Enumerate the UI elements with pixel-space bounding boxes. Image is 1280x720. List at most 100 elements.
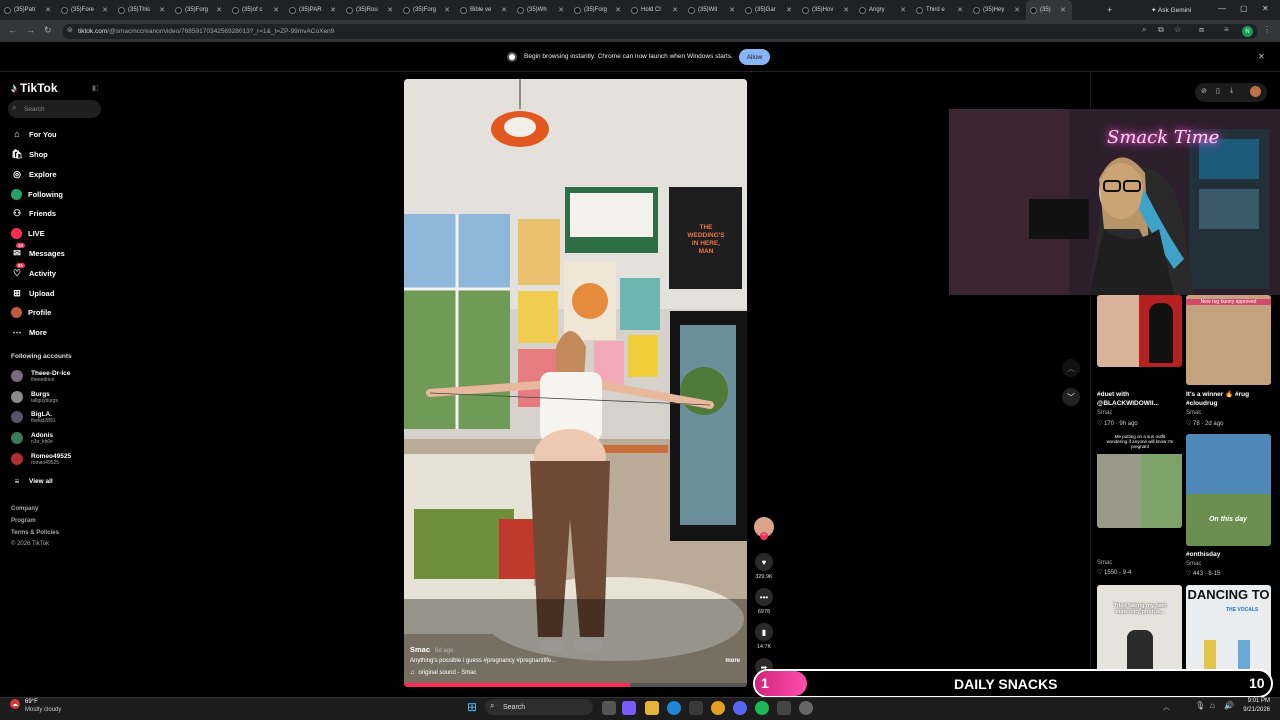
browser-tab[interactable]: Angry ✕ — [855, 0, 912, 20]
extensions-icon[interactable]: ⧈ — [1199, 25, 1204, 35]
browser-tab[interactable]: (35)Forg ✕ — [399, 0, 456, 20]
sidebar-item-upload[interactable]: ⊞ Upload — [11, 286, 54, 300]
following-account[interactable]: Romeo49525 romeo49525 — [11, 451, 71, 467]
tab-close-icon[interactable]: ✕ — [444, 6, 450, 14]
comment-button[interactable]: ••• 6978 — [753, 588, 775, 615]
browser-tab[interactable]: (35)of c ✕ — [228, 0, 285, 20]
video-player[interactable]: THE WEDDING'S IN HERE, MAN — [404, 79, 747, 687]
tab-close-icon[interactable]: ✕ — [273, 6, 279, 14]
network-icon[interactable]: ⌂ — [1210, 701, 1215, 710]
footer-company[interactable]: Company — [11, 506, 38, 512]
new-tab-button[interactable]: + — [1107, 5, 1112, 15]
browser-tab[interactable]: (35)Rou ✕ — [342, 0, 399, 20]
spotify-icon[interactable] — [755, 701, 769, 715]
previous-video-button[interactable]: ︿ — [1062, 359, 1080, 377]
tab-close-icon[interactable]: ✕ — [672, 6, 678, 14]
sound-name[interactable]: original sound - Smac — [419, 670, 477, 676]
browser-tab[interactable]: (35)Forg ✕ — [171, 0, 228, 20]
edge-icon[interactable] — [667, 701, 681, 715]
download-icon[interactable]: ⤓ — [1230, 87, 1233, 95]
browser-tab[interactable]: (35)PAR ✕ — [285, 0, 342, 20]
browser-tab[interactable]: Bible ve ✕ — [456, 0, 513, 20]
bookmark-star-icon[interactable]: ☆ — [1174, 25, 1181, 34]
browser-tab[interactable]: Third e ✕ — [912, 0, 969, 20]
browser-tab[interactable]: Hold Cl ✕ — [627, 0, 684, 20]
clock-date[interactable]: 9/21/2026 — [1236, 707, 1270, 713]
address-bar[interactable]: tiktok.com/@smacmccreanor/video/76859170… — [62, 24, 1258, 39]
tab-close-icon[interactable]: ✕ — [615, 6, 621, 14]
tray-overflow-icon[interactable]: ︿ — [1163, 702, 1170, 712]
browser-tab[interactable]: (35)This ✕ — [114, 0, 171, 20]
tab-close-icon[interactable]: ✕ — [900, 6, 906, 14]
start-icon[interactable]: ⊞ — [467, 700, 477, 714]
rec-thumb-3[interactable]: Me putting on a sun outfit wondering if … — [1097, 432, 1182, 528]
browser-tab[interactable]: (35) ✕ — [1026, 0, 1072, 20]
following-account[interactable]: BigLA. thekid2891 — [11, 409, 55, 425]
taskbar-search[interactable]: Search — [485, 699, 593, 715]
sidebar-item-for-you[interactable]: ⌂ For You — [11, 127, 56, 141]
tab-close-icon[interactable]: ✕ — [786, 6, 792, 14]
search-input[interactable]: Search — [8, 100, 101, 118]
browser-tab[interactable]: (35)Forg ✕ — [570, 0, 627, 20]
rec-thumb-2[interactable]: New rug bunny approved — [1186, 295, 1271, 385]
forward-icon[interactable]: → — [26, 25, 35, 35]
banner-close-icon[interactable]: ✕ — [1258, 52, 1265, 61]
weather-icon[interactable]: ☁ — [10, 699, 20, 709]
rec-title-1[interactable]: #duet with @BLACKWIDOWII... — [1097, 390, 1177, 408]
maximize-icon[interactable]: ▢ — [1240, 4, 1248, 13]
tab-close-icon[interactable]: ✕ — [45, 6, 51, 14]
steam-icon[interactable] — [799, 701, 813, 715]
following-account[interactable]: Burgs taliguyburgs — [11, 389, 58, 405]
user-avatar[interactable] — [1250, 86, 1261, 97]
sidebar-item-friends[interactable]: ⚇ Friends — [11, 206, 56, 220]
browser-tab[interactable]: (35)Wh ✕ — [513, 0, 570, 20]
browser-tab[interactable]: (35)Gar ✕ — [741, 0, 798, 20]
coin-icon[interactable]: ⊘ — [1201, 87, 1207, 95]
clock-time[interactable]: 9:01 PM — [1238, 698, 1270, 704]
sidebar-item-profile[interactable]: Profile — [11, 305, 51, 319]
browser-tab[interactable]: (35)Fore ✕ — [57, 0, 114, 20]
tiktok-logo[interactable]: ♪ TikTok — [11, 81, 58, 95]
install-icon[interactable]: ⧉ — [1158, 25, 1164, 35]
video-progress-fill[interactable] — [404, 683, 630, 687]
sidebar-item-following[interactable]: Following — [11, 187, 63, 201]
tab-close-icon[interactable]: ✕ — [957, 6, 963, 14]
file-explorer-icon[interactable] — [645, 701, 659, 715]
back-icon[interactable]: ← — [8, 25, 17, 35]
save-button[interactable]: ▮ 14.7K — [753, 623, 775, 650]
copilot-icon[interactable] — [622, 701, 636, 715]
zoom-icon[interactable]: ⌕ — [1142, 25, 1146, 35]
rec-author-1[interactable]: Smac — [1097, 410, 1112, 416]
tab-close-icon[interactable]: ✕ — [501, 6, 507, 14]
creator-avatar[interactable]: + — [753, 517, 775, 540]
collapse-sidebar-icon[interactable]: ◧ — [92, 84, 99, 92]
tab-close-icon[interactable]: ✕ — [387, 6, 393, 14]
view-all-link[interactable]: ≡ View all — [11, 474, 53, 488]
tab-close-icon[interactable]: ✕ — [1060, 6, 1066, 14]
rec-author-2[interactable]: Smac — [1186, 410, 1201, 416]
media-icon[interactable]: ≡ — [1224, 25, 1229, 34]
following-account[interactable]: Adonis n3o_kh0e — [11, 430, 53, 446]
reload-icon[interactable]: ↻ — [44, 25, 52, 36]
microphone-icon[interactable]: 🎙 — [1195, 701, 1205, 710]
chrome-taskbar-icon[interactable] — [711, 701, 725, 715]
device-icon[interactable]: ▯ — [1216, 87, 1220, 95]
next-video-button[interactable]: ﹀ — [1062, 388, 1080, 406]
rec-thumb-1[interactable] — [1097, 295, 1182, 367]
tab-close-icon[interactable]: ✕ — [843, 6, 849, 14]
follow-plus-icon[interactable]: + — [760, 532, 768, 540]
close-window-icon[interactable]: ✕ — [1262, 4, 1269, 13]
rec-author-3[interactable]: Smac — [1097, 560, 1112, 566]
ask-gemini-button[interactable]: ✦ Ask Gemini — [1151, 6, 1191, 14]
browser-tab[interactable]: (35)Patr ✕ — [0, 0, 57, 20]
browser-tab[interactable]: (35)Hey ✕ — [969, 0, 1026, 20]
discord-icon[interactable] — [733, 701, 747, 715]
video-author[interactable]: Smac — [410, 645, 430, 654]
tab-close-icon[interactable]: ✕ — [729, 6, 735, 14]
site-info-icon[interactable]: ⊜ — [67, 26, 73, 34]
allow-button[interactable]: Allow — [739, 49, 770, 65]
tab-close-icon[interactable]: ✕ — [216, 6, 222, 14]
minimize-icon[interactable]: — — [1218, 4, 1226, 13]
rec-title-4[interactable]: #onthisday — [1186, 550, 1266, 559]
tab-close-icon[interactable]: ✕ — [102, 6, 108, 14]
